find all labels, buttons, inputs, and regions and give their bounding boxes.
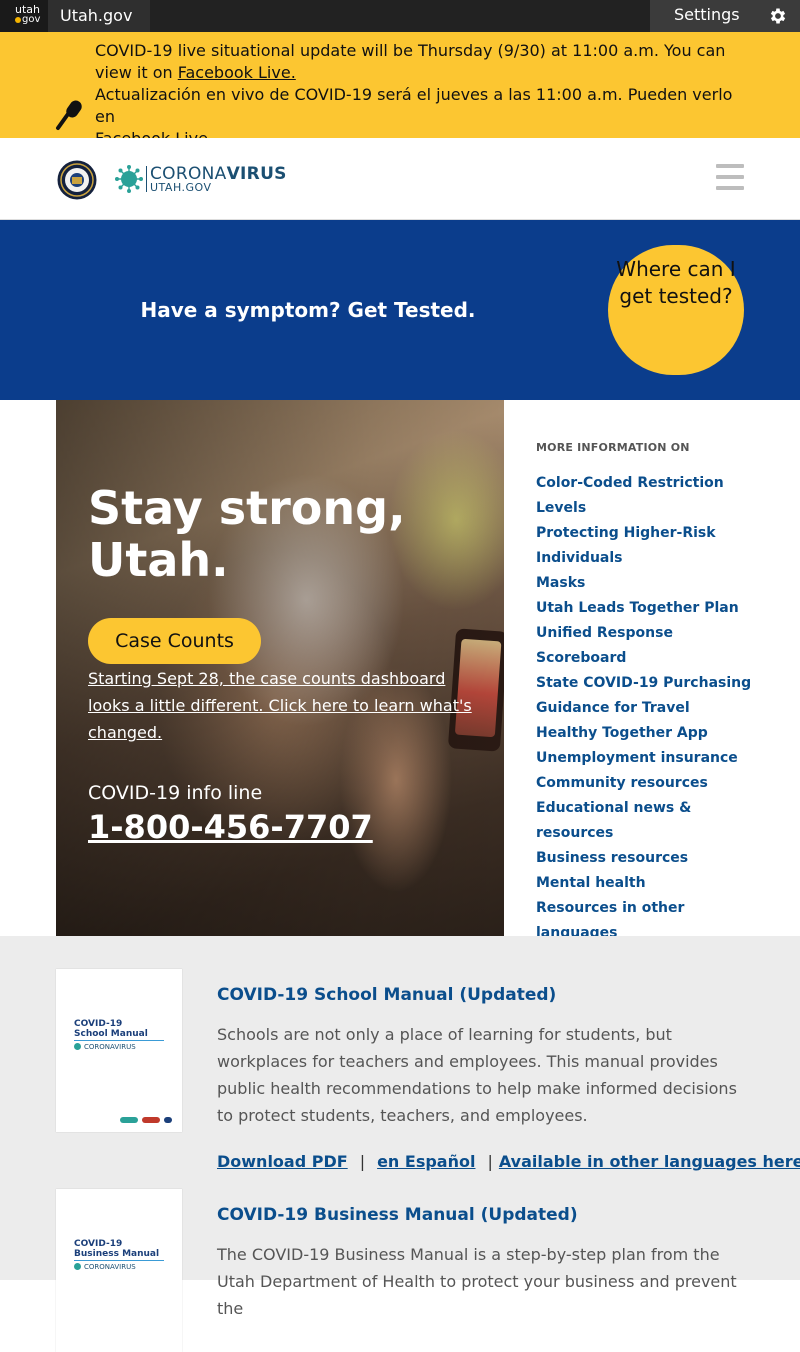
thumb-logo: CORONAVIRUS (74, 1043, 136, 1051)
hero-title-line2: Utah. (88, 533, 229, 587)
school-manual-title[interactable]: COVID-19 School Manual (Updated) (217, 983, 556, 1007)
thumb-footer-logos (120, 1117, 176, 1123)
link-separator: | (487, 1152, 493, 1171)
get-tested-band: Have a symptom? Get Tested. Where can I … (0, 220, 800, 400)
school-manual-description: Schools are not only a place of learning… (217, 1025, 737, 1125)
hero-title: Stay strong, Utah. (88, 482, 468, 586)
gear-icon (770, 8, 786, 24)
more-info-sidebar: MORE INFORMATION ON Color-Coded Restrict… (536, 440, 766, 971)
more-info-link[interactable]: Protecting Higher-Risk Individuals (536, 521, 766, 571)
more-info-link[interactable]: Masks (536, 571, 766, 596)
case-counts-button[interactable]: Case Counts (88, 618, 261, 664)
utah-gov-link[interactable]: Utah.gov (48, 0, 150, 32)
thumb-title: COVID-19 School Manual (74, 1019, 148, 1039)
utah-gov-topbar: utah gov Utah.gov Settings (0, 0, 800, 32)
hamburger-menu-icon[interactable] (716, 164, 744, 192)
hero-panel: Stay strong, Utah. Case Counts Starting S… (56, 400, 504, 936)
facebook-live-link[interactable]: Facebook Live. (178, 63, 296, 82)
manuals-section: COVID-19 School Manual CORONAVIRUS COVID-… (0, 936, 800, 1352)
other-languages-link[interactable]: Available in other languages here (499, 1152, 800, 1171)
download-pdf-link[interactable]: Download PDF (217, 1152, 348, 1171)
logo-subtitle: UTAH.GOV (150, 181, 212, 194)
microphone-icon (56, 100, 82, 130)
virus-icon (115, 165, 143, 193)
more-info-link[interactable]: Unified Response Scoreboard (536, 621, 766, 671)
more-info-link[interactable]: Community resources (536, 771, 766, 796)
business-manual-title[interactable]: COVID-19 Business Manual (Updated) (217, 1203, 578, 1227)
more-info-link[interactable]: Mental health (536, 871, 766, 896)
get-tested-message: Have a symptom? Get Tested. (140, 298, 476, 322)
more-info-link[interactable]: State COVID-19 Purchasing (536, 671, 766, 696)
info-line-label: COVID-19 info line (88, 782, 263, 804)
school-manual-thumbnail[interactable]: COVID-19 School Manual CORONAVIRUS (56, 969, 182, 1132)
more-info-link[interactable]: Guidance for Travel (536, 696, 766, 721)
hero-title-line1: Stay strong, (88, 481, 406, 535)
more-info-link[interactable]: Healthy Together App (536, 721, 766, 746)
more-info-link[interactable]: Unemployment insurance (536, 746, 766, 771)
more-info-link[interactable]: Utah Leads Together Plan (536, 596, 766, 621)
where-tested-label: Where can I get tested? (616, 257, 736, 308)
coronavirus-utah-logo[interactable]: CORONAVIRUS UTAH.GOV (114, 164, 287, 196)
where-tested-button[interactable]: Where can I get tested? (608, 245, 744, 375)
thumb-rule (74, 1260, 164, 1261)
more-info-links: Color-Coded Restriction Levels Protecting… (536, 471, 766, 971)
more-info-link[interactable]: Business resources (536, 846, 766, 871)
utah-gov-logo[interactable]: utah gov (0, 0, 48, 32)
logo-divider (146, 166, 147, 192)
more-info-link[interactable]: Color-Coded Restriction Levels (536, 471, 766, 521)
utah-state-seal-icon[interactable] (57, 160, 97, 200)
more-info-link[interactable]: Educational news & resources (536, 796, 766, 846)
school-manual-links: Download PDF | en Español | Available in oth… (217, 1150, 800, 1174)
site-header: CORONAVIRUS UTAH.GOV (0, 138, 800, 220)
link-separator: | (359, 1152, 366, 1171)
business-manual-description: The COVID-19 Business Manual is a step-b… (217, 1245, 737, 1318)
utah-logo-dot (15, 17, 21, 23)
thumb-title: COVID-19 Business Manual (74, 1239, 160, 1259)
covid-alert-banner: COVID-19 live situational update will be… (0, 32, 800, 148)
settings-label: Settings (674, 5, 740, 24)
dashboard-change-link[interactable]: Starting Sept 28, the case counts dashbo… (88, 665, 478, 746)
alert-line2: Actualización en vivo de COVID-19 será e… (95, 85, 733, 126)
info-line-phone-link[interactable]: 1-800-456-7707 (88, 806, 373, 848)
thumb-rule (74, 1040, 164, 1041)
logo-word-bold: VIRUS (226, 164, 287, 184)
settings-button[interactable]: Settings (650, 0, 800, 32)
thumb-logo: CORONAVIRUS (74, 1263, 136, 1271)
business-manual-thumbnail[interactable]: COVID-19 Business Manual CORONAVIRUS (56, 1189, 182, 1352)
en-espanol-link[interactable]: en Español (377, 1152, 475, 1171)
utah-logo-gov: gov (22, 14, 41, 25)
more-info-header: MORE INFORMATION ON (536, 441, 690, 454)
alert-text: COVID-19 live situational update will be… (95, 40, 745, 150)
